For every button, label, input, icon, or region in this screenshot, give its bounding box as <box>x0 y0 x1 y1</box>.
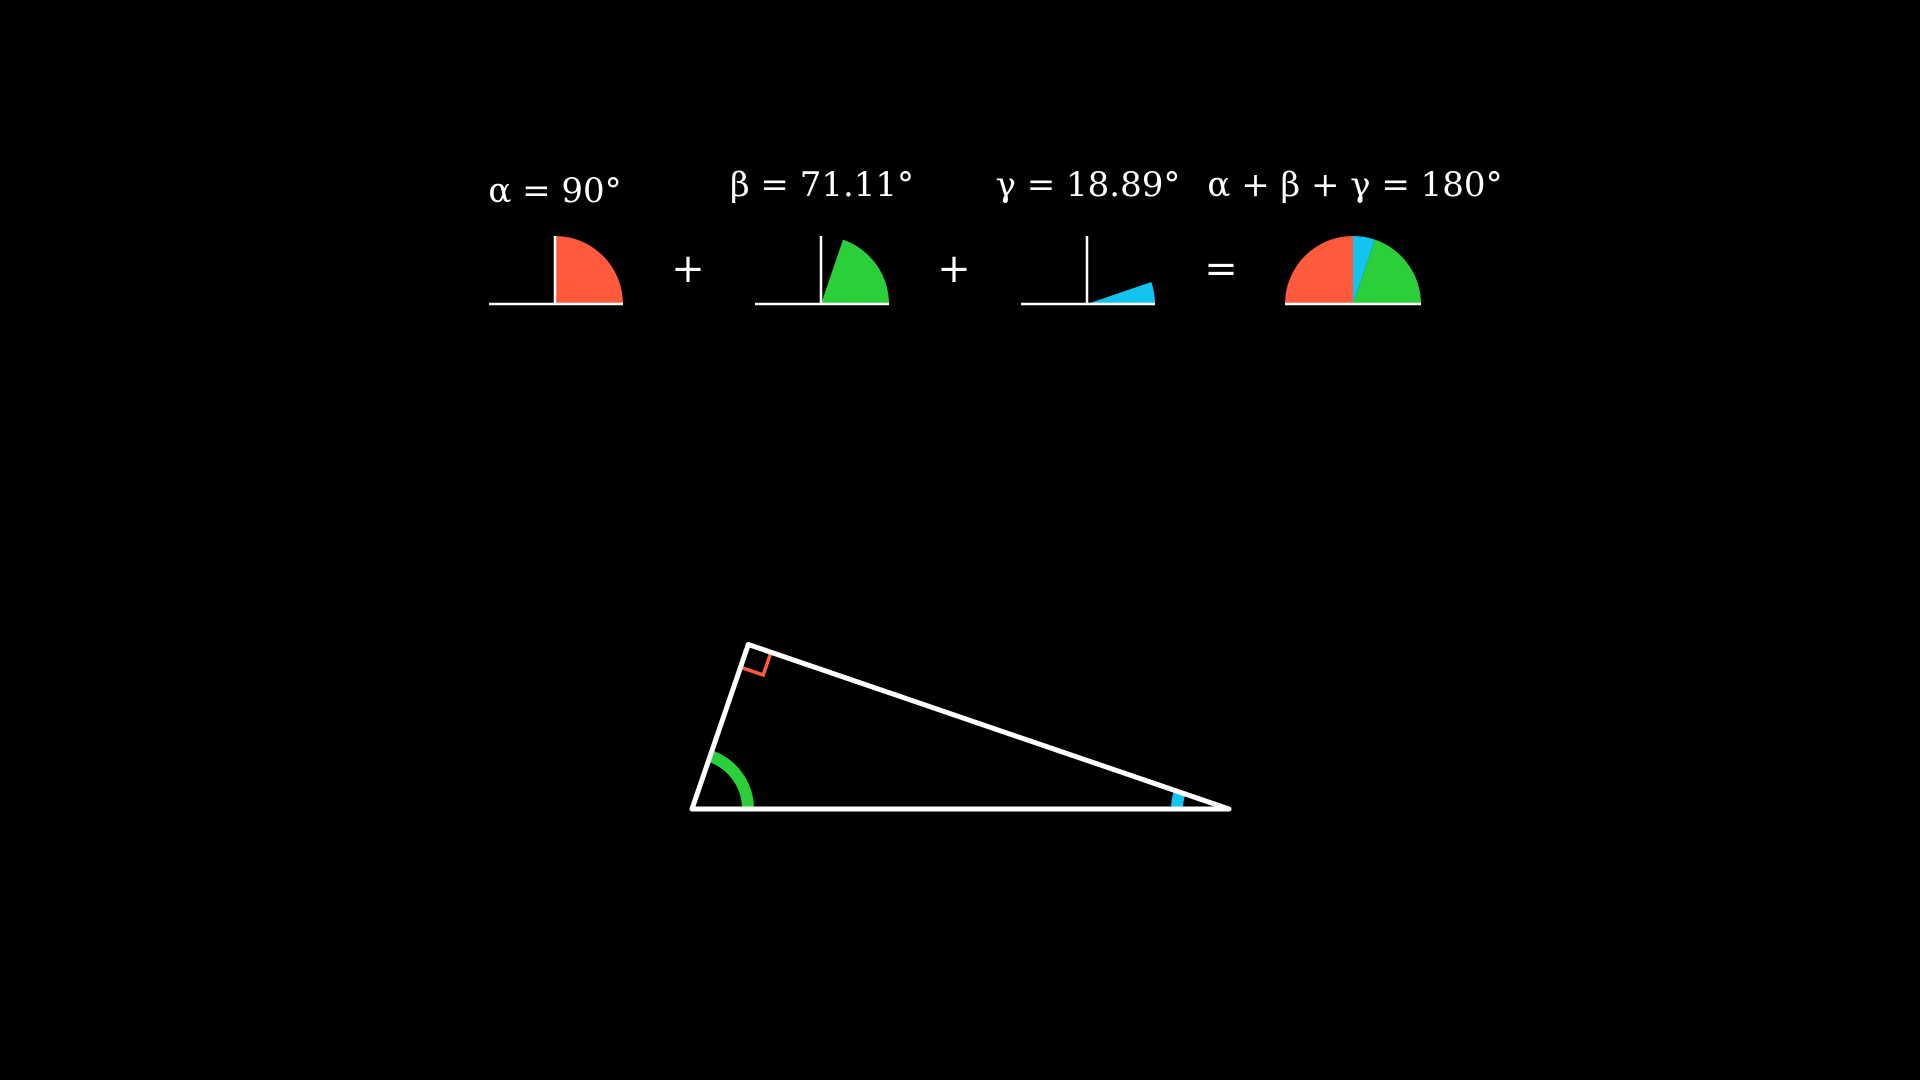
alpha-wedge-group <box>489 236 623 306</box>
plus-sign-1: + <box>671 246 705 292</box>
sum-label: α + β + γ = 180° <box>1207 165 1502 205</box>
gamma-label: γ = 18.89° <box>996 165 1181 205</box>
alpha-label: α = 90° <box>488 171 621 211</box>
plus-sign-2: + <box>937 246 971 292</box>
alpha-wedge <box>555 236 623 304</box>
gamma-angle-arc <box>1171 790 1186 810</box>
equals-sign: = <box>1204 246 1238 292</box>
beta-wedge <box>821 239 889 304</box>
angle-sum-diagram: α = 90° β = 71.11° γ = 18.89° α + β + γ … <box>488 165 1503 812</box>
beta-wedge-group <box>755 236 889 306</box>
triangle-outline <box>689 642 1232 812</box>
beta-angle-arc <box>707 750 754 810</box>
sum-alpha-sector <box>1285 236 1353 304</box>
gamma-wedge-group <box>1021 236 1155 306</box>
beta-label: β = 71.11° <box>730 165 914 205</box>
right-triangle <box>689 642 1232 812</box>
gamma-wedge <box>1087 281 1155 304</box>
sum-semicircle-group <box>1285 236 1421 306</box>
